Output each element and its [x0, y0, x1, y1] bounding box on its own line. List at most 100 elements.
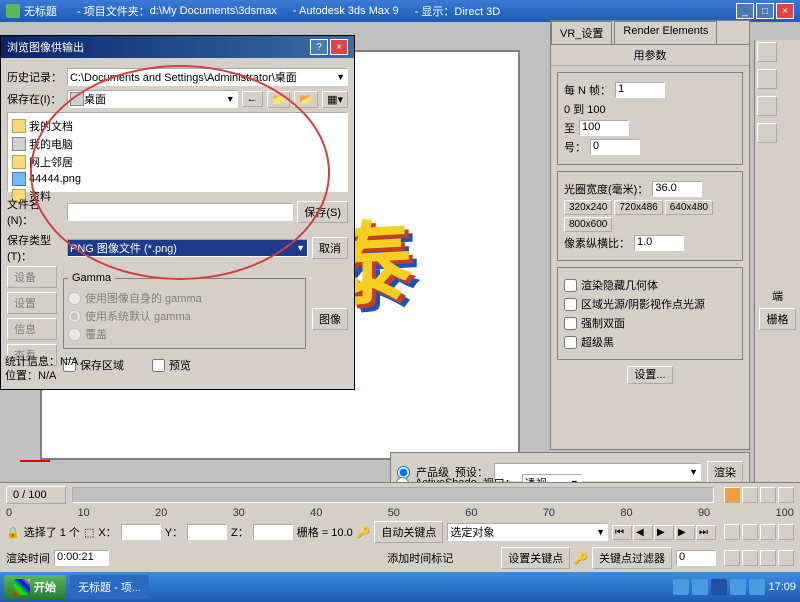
- nav-fov-icon[interactable]: [724, 550, 740, 566]
- nav-minmax-icon[interactable]: [778, 550, 794, 566]
- close-button[interactable]: ×: [776, 3, 794, 19]
- nav-newfolder-icon[interactable]: 📂: [294, 91, 318, 108]
- render-time-label: 渲染时间: [6, 550, 50, 566]
- nav-zoom-icon[interactable]: [724, 524, 740, 540]
- preset-800x600[interactable]: 800x600: [564, 217, 612, 232]
- tray-icon-volume[interactable]: [749, 579, 765, 595]
- dialog-close-button[interactable]: ×: [330, 39, 348, 55]
- pixel-aspect-spinner[interactable]: 1.0: [634, 235, 684, 251]
- list-item[interactable]: 我的文档: [12, 117, 343, 135]
- aperture-label: 光圈宽度(毫米)：: [564, 181, 648, 197]
- start-button[interactable]: 开始: [4, 575, 66, 599]
- preview-checkbox[interactable]: [152, 359, 165, 372]
- setkey-button[interactable]: 设置关键点: [501, 547, 570, 569]
- nav-viewmode-icon[interactable]: ▦▾: [322, 91, 348, 108]
- keyfilter-button[interactable]: 关键点过滤器: [592, 547, 672, 569]
- tray-clock[interactable]: 17:09: [768, 581, 796, 593]
- settings-button[interactable]: 设置...: [627, 366, 672, 384]
- goto-end-button[interactable]: ⏭: [696, 525, 716, 540]
- z-field[interactable]: [253, 524, 293, 540]
- filetype-combo[interactable]: PNG 图像文件 (*.png)▼: [67, 239, 308, 257]
- autokey-mode-combo[interactable]: 选定对象▼: [447, 523, 608, 541]
- tray-icon-2[interactable]: [692, 579, 708, 595]
- image-button[interactable]: 图像: [312, 308, 348, 330]
- gamma-own-radio: [68, 292, 81, 305]
- hide-geom-checkbox[interactable]: [564, 279, 577, 292]
- filename-input[interactable]: [67, 203, 293, 221]
- x-field[interactable]: [121, 524, 161, 540]
- list-item[interactable]: 我的电脑: [12, 135, 343, 153]
- info-button[interactable]: 信息: [7, 318, 57, 340]
- key-icon[interactable]: 🔑: [357, 526, 371, 539]
- timeline-tool-2[interactable]: [742, 487, 758, 503]
- timeline-tool-4[interactable]: [778, 487, 794, 503]
- nav-roll-icon[interactable]: [760, 550, 776, 566]
- selector-icon[interactable]: ⬚: [84, 526, 94, 539]
- tool-hierarchy-icon[interactable]: [757, 123, 777, 143]
- nav-max-icon[interactable]: [778, 524, 794, 540]
- tab-render-elements[interactable]: Render Elements: [614, 21, 717, 44]
- app-titlebar: 无标题 - 项目文件夹： d:\My Documents\3dsmax - Au…: [0, 0, 800, 22]
- nav-back-icon[interactable]: ←: [242, 91, 263, 107]
- render-button[interactable]: 渲染: [707, 461, 743, 483]
- settings-side-button[interactable]: 设置: [7, 292, 57, 314]
- tool-arrow-icon[interactable]: [757, 42, 777, 62]
- preset-720x486[interactable]: 720x486: [614, 200, 662, 215]
- timeline-tool-1[interactable]: [724, 487, 740, 503]
- tool-modifier-icon[interactable]: [757, 96, 777, 116]
- network-icon: [12, 155, 26, 169]
- list-item[interactable]: 44444.png: [12, 171, 343, 187]
- play-button[interactable]: ▶: [654, 525, 674, 540]
- goto-start-button[interactable]: ⏮: [612, 525, 632, 540]
- gamma-override-radio: [68, 328, 81, 341]
- force-double-checkbox[interactable]: [564, 317, 577, 330]
- history-value: C:\Documents and Settings\Administrator\…: [70, 69, 297, 85]
- pixel-aspect-label: 像素纵横比：: [564, 235, 630, 251]
- computer-icon: [12, 137, 26, 151]
- device-button[interactable]: 设备: [7, 266, 57, 288]
- maximize-button[interactable]: □: [756, 3, 774, 19]
- preset-640x480[interactable]: 640x480: [665, 200, 713, 215]
- nav-walk-icon[interactable]: [742, 550, 758, 566]
- num-spinner[interactable]: 0: [590, 139, 640, 155]
- area-light-checkbox[interactable]: [564, 298, 577, 311]
- render-time-value: 0:00:21: [54, 550, 109, 566]
- history-combo[interactable]: C:\Documents and Settings\Administrator\…: [67, 68, 348, 86]
- tray-icon-qq[interactable]: [711, 579, 727, 595]
- nav-up-icon[interactable]: 📁: [267, 91, 291, 108]
- num-label: 号：: [564, 139, 586, 155]
- list-item[interactable]: 网上邻居: [12, 153, 343, 171]
- addtime-label[interactable]: 添加时间标记: [387, 550, 453, 566]
- to-spinner[interactable]: 100: [579, 120, 629, 136]
- save-button[interactable]: 保存(S): [297, 201, 348, 223]
- minimize-button[interactable]: _: [736, 3, 754, 19]
- cancel-button[interactable]: 取消: [312, 237, 348, 259]
- every-n-spinner[interactable]: 1: [615, 82, 665, 98]
- time-slider[interactable]: [72, 487, 714, 503]
- timeline-tool-3[interactable]: [760, 487, 776, 503]
- taskbar-app-button[interactable]: 无标题 - 项...: [70, 575, 149, 599]
- next-frame-button[interactable]: ▶: [675, 525, 695, 540]
- preset-320x240[interactable]: 320x240: [564, 200, 612, 215]
- prev-frame-button[interactable]: ◀: [633, 525, 653, 540]
- savein-combo[interactable]: 桌面▼: [67, 90, 238, 108]
- dialog-help-button[interactable]: ?: [310, 39, 328, 55]
- y-field[interactable]: [187, 524, 227, 540]
- tab-vr-settings[interactable]: VR_设置: [551, 21, 612, 44]
- tray-icon-4[interactable]: [730, 579, 746, 595]
- key-icon-2[interactable]: 🔑: [574, 552, 588, 565]
- side-grid-button[interactable]: 栅格: [759, 308, 796, 330]
- dialog-titlebar[interactable]: 浏览图像供输出 ? ×: [1, 36, 354, 58]
- tool-hammer-icon[interactable]: [757, 69, 777, 89]
- lock-icon[interactable]: 🔒: [6, 526, 20, 539]
- current-frame-field[interactable]: 0: [676, 550, 716, 566]
- autokey-button[interactable]: 自动关键点: [374, 521, 443, 543]
- nav-orbit-icon[interactable]: [760, 524, 776, 540]
- time-range-display[interactable]: 0 / 100: [6, 486, 66, 504]
- tray-icon-1[interactable]: [673, 579, 689, 595]
- file-list[interactable]: 我的文档 我的电脑 网上邻居 44444.png 资料: [7, 112, 348, 192]
- aperture-spinner[interactable]: 36.0: [652, 181, 702, 197]
- nav-pan-icon[interactable]: [742, 524, 758, 540]
- super-black-checkbox[interactable]: [564, 336, 577, 349]
- loc-value: N/A: [38, 370, 56, 382]
